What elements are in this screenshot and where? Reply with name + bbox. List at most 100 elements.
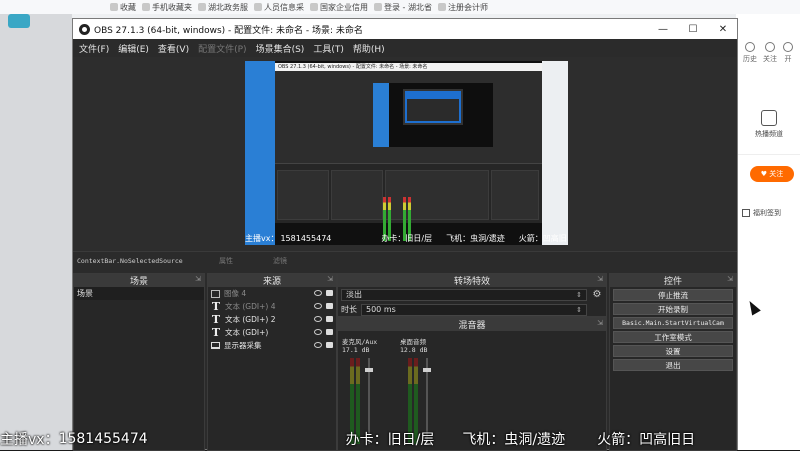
site-icon <box>198 3 206 11</box>
visibility-eye-icon[interactable] <box>314 342 322 348</box>
fader-knob[interactable] <box>365 368 373 372</box>
start-virtual-cam-button[interactable]: Basic.Main.StartVirtualCam <box>613 317 733 329</box>
gear-icon[interactable]: ⚙ <box>591 289 603 300</box>
bookmark-item[interactable]: 湖北政务服 <box>198 2 248 13</box>
duration-spinbox[interactable]: 500 ms ⇕ <box>361 303 587 316</box>
star-icon <box>110 3 118 11</box>
menu-file[interactable]: 文件(F) <box>79 42 109 55</box>
preview-text-overlay: 主播vx： 1581455474 办卡：旧日/层 飞机：虫洞/遗迹 火箭：凹高旧… <box>245 231 568 245</box>
menu-help[interactable]: 帮助(H) <box>353 42 385 55</box>
nested-blue-strip <box>373 83 389 147</box>
menu-profile[interactable]: 配置文件(P) <box>198 42 246 55</box>
context-source-name: ContextBar.NoSelectedSource <box>77 256 183 265</box>
scenes-dock-title: 场景 <box>129 277 148 287</box>
mixer-channel-db: 17.1 dB <box>342 346 370 354</box>
nested-canvas <box>373 83 493 147</box>
visibility-eye-icon[interactable] <box>314 290 322 296</box>
circle-icon <box>783 42 793 52</box>
source-item[interactable]: 显示器采集 <box>208 339 336 352</box>
bookmark-item[interactable]: 国家企业信用 <box>310 2 368 13</box>
menu-bar: 文件(F) 编辑(E) 查看(V) 配置文件(P) 场景集合(S) 工具(T) … <box>73 39 737 57</box>
scene-item[interactable]: 场景 <box>74 287 204 300</box>
live-channel-link[interactable]: 热播频道 <box>748 110 790 139</box>
browser-logo-icon <box>8 14 30 28</box>
source-item-label: 图像 4 <box>224 289 247 298</box>
follow-button[interactable]: ♥ 关注 <box>750 166 794 182</box>
studio-mode-button[interactable]: 工作室模式 <box>613 331 733 343</box>
transition-select[interactable]: 淡出 ⇕ <box>341 288 587 301</box>
start-recording-button[interactable]: 开始录制 <box>613 303 733 315</box>
preview-card-text: 办卡：旧日/层 <box>381 233 433 243</box>
overlay-host-label: 主播vx： <box>0 432 59 448</box>
source-item-label: 文本 (GDI+) 2 <box>225 315 276 324</box>
bookmark-item[interactable]: 人员信息采 <box>254 2 304 13</box>
menu-tools[interactable]: 工具(T) <box>313 42 344 55</box>
visibility-eye-icon[interactable] <box>314 316 322 322</box>
menu-scene-collection[interactable]: 场景集合(S) <box>256 42 305 55</box>
maximize-button[interactable]: ☐ <box>679 19 707 39</box>
sources-dock-title: 来源 <box>262 277 281 287</box>
source-item-label: 文本 (GDI+) <box>225 328 269 337</box>
close-button[interactable]: ✕ <box>709 19 737 39</box>
text-icon: T <box>211 300 221 313</box>
mixer-channel-db: 12.8 dB <box>400 346 428 354</box>
bookmark-item[interactable]: 注册会计师 <box>437 2 488 13</box>
dock-float-icon[interactable]: ⇲ <box>327 275 333 283</box>
preview-host-number: 1581455474 <box>280 233 332 243</box>
filters-button[interactable]: 滤镜 <box>253 256 307 266</box>
obs-titlebar[interactable]: OBS 27.1.3 (64-bit, windows) - 配置文件: 未命名… <box>73 19 737 39</box>
spin-arrows-icon[interactable]: ⇕ <box>576 306 582 314</box>
source-item[interactable]: 图像 4 <box>208 287 336 300</box>
follow-shortcut[interactable]: 关注 <box>763 42 777 64</box>
transitions-dock-header: 转场特效 ⇲ <box>338 274 606 287</box>
gift-label: 福利签到 <box>753 209 781 217</box>
follow-label: 关注 <box>769 170 784 178</box>
visibility-eye-icon[interactable] <box>314 303 322 309</box>
source-item[interactable]: T 文本 (GDI+) 4 <box>208 300 336 313</box>
lock-icon[interactable] <box>326 303 333 309</box>
visibility-eye-icon[interactable] <box>314 329 322 335</box>
menu-edit[interactable]: 编辑(E) <box>118 42 149 55</box>
text-icon: T <box>211 326 221 339</box>
more-shortcut[interactable]: 开 <box>783 42 793 64</box>
dock-float-icon[interactable]: ⇲ <box>597 275 603 283</box>
history-shortcut[interactable]: 历史 <box>743 42 757 64</box>
bookmark-item[interactable]: 收藏 <box>110 2 136 13</box>
exit-button[interactable]: 退出 <box>613 359 733 371</box>
dock-float-icon[interactable]: ⇲ <box>727 275 733 283</box>
dock-float-icon[interactable]: ⇲ <box>597 319 603 327</box>
lock-icon[interactable] <box>326 290 333 296</box>
fader-knob[interactable] <box>423 368 431 372</box>
settings-button[interactable]: 设置 <box>613 345 733 357</box>
scene-item-label: 场景 <box>77 289 93 298</box>
transitions-dock-title: 转场特效 <box>453 277 490 287</box>
duration-label: 时长 <box>341 305 357 314</box>
gift-icon <box>742 209 750 217</box>
controls-dock: 控件 ⇲ 停止推流 开始录制 Basic.Main.StartVirtualCa… <box>609 273 737 451</box>
source-item[interactable]: T 文本 (GDI+) <box>208 326 336 339</box>
preview-canvas[interactable]: OBS 27.1.3 (64-bit, windows) - 配置文件: 未命名… <box>245 61 568 245</box>
source-item-label: 显示器采集 <box>224 341 262 350</box>
gift-checkin-link[interactable]: 福利签到 <box>742 208 781 218</box>
dock-float-icon[interactable]: ⇲ <box>195 275 201 283</box>
transition-selected-value: 淡出 <box>346 290 362 299</box>
lock-icon[interactable] <box>326 329 333 335</box>
clock-icon <box>745 42 755 52</box>
transitions-dock: 转场特效 ⇲ 淡出 ⇕ ⚙ 时长 500 ms ⇕ <box>337 273 607 317</box>
controls-dock-header: 控件 ⇲ <box>610 274 736 287</box>
duration-row: 时长 500 ms ⇕ <box>338 302 606 317</box>
transition-select-row: 淡出 ⇕ ⚙ <box>338 287 606 302</box>
source-item[interactable]: T 文本 (GDI+) 2 <box>208 313 336 326</box>
nested-window-inner <box>407 99 459 121</box>
lock-icon[interactable] <box>326 316 333 322</box>
menu-view[interactable]: 查看(V) <box>158 42 189 55</box>
stop-streaming-button[interactable]: 停止推流 <box>613 289 733 301</box>
bookmark-item[interactable]: 登录 - 湖北省 <box>374 2 432 13</box>
properties-button[interactable]: 属性 <box>199 256 253 266</box>
bookmark-item[interactable]: 手机收藏夹 <box>142 2 192 13</box>
bookmarks-bar: 收藏 手机收藏夹 湖北政务服 人员信息采 国家企业信用 登录 - 湖北省 注册会… <box>0 0 800 14</box>
lock-icon[interactable] <box>326 342 333 348</box>
nested-scenes-dock <box>277 170 329 220</box>
minimize-button[interactable]: — <box>649 19 677 39</box>
overlay-rocket-text: 火箭：凹高旧日 <box>597 432 696 448</box>
